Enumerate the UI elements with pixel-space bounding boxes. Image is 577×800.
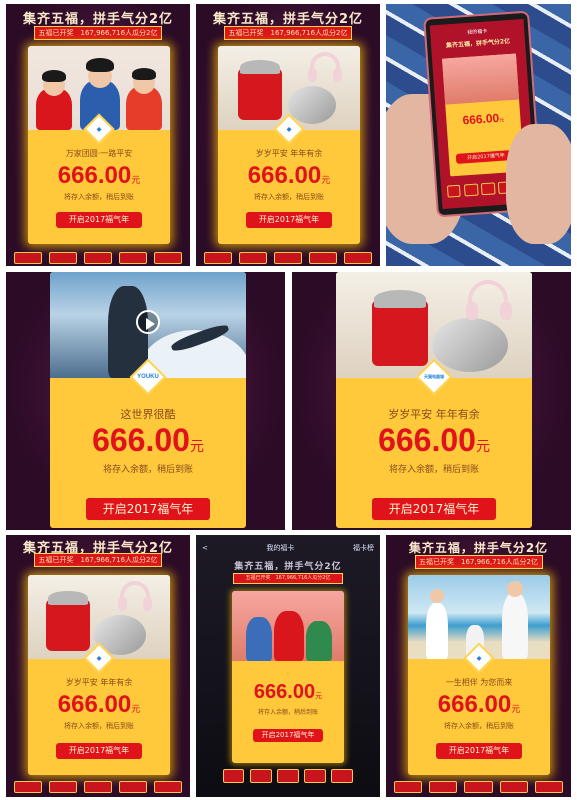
open-fortune-year-button[interactable]: 开启2017福气年 [246,212,332,228]
open-fortune-year-button[interactable]: 开启2017福气年 [253,729,323,742]
balance-note: 将存入余额，稍后到账 [388,465,479,475]
fu-card[interactable] [499,780,529,794]
fu-card[interactable] [446,185,462,198]
youku-logo: YOUKU [137,374,159,380]
card-slogan: 岁岁平安 年年有余 [388,408,480,421]
card-image [232,591,344,661]
fu-cards-strip [196,250,380,266]
open-fortune-year-button[interactable]: 开启2017福气年 [56,743,142,759]
header-progress: 五福已开奖 167,966,716人瓜分2亿 [34,553,162,567]
prize-amount: 666.00元 [253,681,323,703]
header-progress: 五福已开奖 167,966,716人瓜分2亿 [224,26,352,40]
balance-note: 将存入余额，稍后到账 [444,722,514,730]
balance-note: 将存入余额，稍后到账 [257,709,318,716]
card-slogan: · [287,671,289,678]
fu-card[interactable] [393,780,422,794]
fu-card[interactable] [331,768,354,784]
prize-amount: 666.00元 [437,691,521,718]
card-slogan: 万家团圆·一路平安 [65,149,133,158]
fu-card[interactable] [344,251,373,265]
header-title: 集齐五福，拼手气分2亿 [234,562,342,572]
fu-card[interactable] [535,780,564,794]
fu-card[interactable] [203,251,232,265]
prize-amount: 666.00元 [462,110,505,128]
fu-rank-link[interactable]: 福卡榜 [353,543,374,553]
fu-cards-strip [386,779,571,795]
fu-card[interactable] [119,780,148,794]
screenshot-tile-8: 集齐五福，拼手气分2亿 五福已开奖 167,966,716人瓜分2亿 ◆ 一生相… [386,535,571,797]
fu-card[interactable] [277,768,299,784]
fu-card[interactable] [273,251,303,265]
fu-card[interactable] [13,251,42,265]
fu-card[interactable] [238,251,267,265]
fu-card[interactable] [480,182,496,195]
prize-amount: 666.00元 [57,691,141,718]
red-envelope-card: ◆ 岁岁平安 年年有余 666.00元 将存入余额，稍后到账 开启2017福气年 [28,575,170,775]
fu-card[interactable] [48,251,77,265]
photo-tile-phone-in-hand: 我的福卡 集齐五福，拼手气分2亿 666.00元 开启2017福气年 [386,4,571,266]
red-envelope-card: ◆ 一生相伴 为您而来 666.00元 将存入余额，稍后到账 开启2017福气年 [408,575,550,775]
prize-amount: 666.00元 [378,422,490,458]
balance-note: 将存入余额，稍后到账 [64,722,134,730]
prize-amount: 666.00元 [247,162,331,189]
fu-card[interactable] [304,768,327,784]
phone-nav-title: 我的福卡 [266,544,295,552]
phone-nav-bar: < 我的福卡 福卡榜 [196,541,380,555]
balance-note: 将存入余额，稍后到账 [64,193,134,201]
card-slogan: 这世界很酷 [120,408,176,421]
tmall-logo: 天猫电器城 [424,374,444,379]
fu-cards-strip [6,779,190,795]
fu-card[interactable] [463,183,479,197]
family-photo [232,591,344,661]
screenshot-tile-6: 集齐五福，拼手气分2亿 五福已开奖 167,966,716人瓜分2亿 ◆ 岁岁平… [6,535,190,797]
card-slogan: 岁岁平安 年年有余 [255,149,323,158]
fu-card[interactable] [249,768,272,784]
fu-cards-strip [216,767,360,785]
header-progress: 五福已开奖 167,966,716人瓜分2亿 [34,26,162,40]
open-fortune-year-button[interactable]: 开启2017福气年 [372,498,496,520]
photo-tile-phone-screen: < 我的福卡 福卡榜 集齐五福，拼手气分2亿 五福已开奖 167,966,716… [196,535,380,797]
red-envelope-card: ◆ 万家团圆·一路平安 666.00元 将存入余额，稍后到账 开启2017福气年 [28,46,170,244]
balance-note: 将存入余额，稍后到账 [102,465,193,475]
fu-card[interactable] [222,768,245,784]
header-progress: 五福已开奖 167,966,716人瓜分2亿 [414,555,543,569]
fu-card[interactable] [154,780,183,794]
screenshot-tile-tmall: 天猫电器城 岁岁平安 年年有余 666.00元 将存入余额，稍后到账 开启201… [292,272,571,530]
fu-card[interactable] [309,251,338,265]
header-title: 集齐五福，拼手气分2亿 [212,12,364,27]
fu-cards-strip [6,250,190,266]
play-icon[interactable] [136,310,160,334]
card-slogan: 岁岁平安 年年有余 [65,678,133,687]
open-fortune-year-button[interactable]: 开启2017福气年 [56,212,142,228]
fu-card[interactable] [428,780,458,794]
screenshot-tile-2: 集齐五福，拼手气分2亿 五福已开奖 167,966,716人瓜分2亿 ◆ 岁岁平… [196,4,380,266]
thumb [506,124,571,244]
red-envelope-card: · 666.00元 将存入余额，稍后到账 开启2017福气年 [232,591,344,763]
red-envelope-card: 天猫电器城 岁岁平安 年年有余 666.00元 将存入余额，稍后到账 开启201… [336,272,532,528]
prize-amount: 666.00元 [92,422,204,458]
card-slogan: 一生相伴 为您而来 [445,678,513,687]
fu-card[interactable] [154,251,183,265]
red-envelope-card: ◆ 岁岁平安 年年有余 666.00元 将存入余额，稍后到账 开启2017福气年 [218,46,360,244]
fu-card[interactable] [83,251,113,265]
balance-note: 将存入余额，稍后到账 [254,193,324,201]
back-icon[interactable]: < [202,544,208,552]
screenshot-tile-youku: YOUKU 这世界很酷 666.00元 将存入余额，稍后到账 开启2017福气年 [6,272,285,530]
fu-card[interactable] [13,780,42,794]
open-fortune-year-button[interactable]: 开启2017福气年 [86,498,210,520]
screenshot-tile-1: 集齐五福，拼手气分2亿 五福已开奖 167,966,716人瓜分2亿 ◆ 万家团… [6,4,190,266]
header-title: 集齐五福，拼手气分2亿 [22,12,174,27]
open-fortune-year-button[interactable]: 开启2017福气年 [436,743,522,759]
prize-amount: 666.00元 [57,162,141,189]
red-envelope-card: YOUKU 这世界很酷 666.00元 将存入余额，稍后到账 开启2017福气年 [50,272,246,528]
fu-card[interactable] [48,780,77,794]
header-progress: 五福已开奖 167,966,716人瓜分2亿 [233,573,343,584]
header-title: 集齐五福，拼手气分2亿 [408,541,549,555]
fu-card[interactable] [83,780,113,794]
fu-card[interactable] [464,780,493,794]
fu-card[interactable] [119,251,148,265]
